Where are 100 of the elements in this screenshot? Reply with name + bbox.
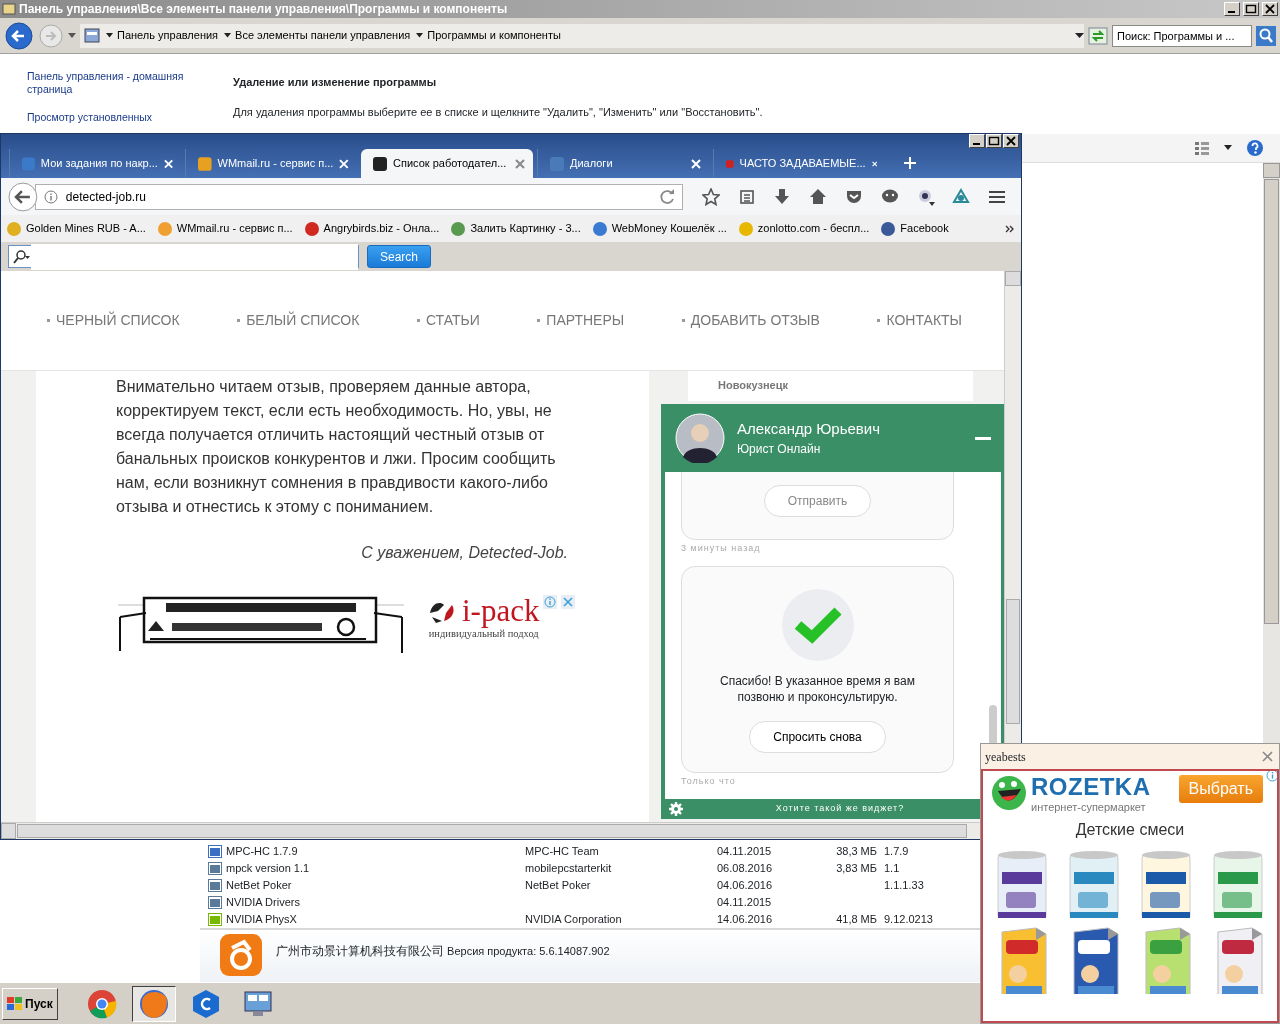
nav-link[interactable]: ПАРТНЕРЫ — [537, 310, 625, 331]
chevron-icon[interactable] — [1005, 223, 1015, 234]
version-cell-text: 1.1.1.33 — [883, 878, 925, 894]
bookmark-link[interactable]: zonlotto.com - беспл... — [738, 220, 870, 237]
size-cell-text: 38,3 МБ — [835, 844, 877, 860]
date-cell-text: 14.06.2016 — [717, 912, 774, 928]
nav-link[interactable]: ДОБАВИТЬ ОТЗЫВ — [681, 310, 820, 331]
send-button[interactable]: Отправить — [763, 485, 872, 517]
app-logo-icon — [220, 934, 262, 976]
browser-tab[interactable]: Список работодател... — [361, 149, 533, 178]
message-text: Спасибо! В указанное время я вам позвоню и проконсультирую. — [718, 672, 917, 705]
sidebar-link[interactable]: Просмотр установленных — [27, 111, 198, 124]
caret-icon[interactable] — [224, 33, 232, 38]
brand-tagline: индивидуальный подход — [428, 628, 539, 641]
program-name[interactable]: NVIDIA PhysX — [226, 911, 297, 928]
detail-value: 5.6.14087.902 — [539, 945, 610, 957]
new-tab-icon[interactable] — [903, 156, 917, 170]
home-icon[interactable] — [809, 187, 828, 206]
info-icon — [43, 189, 58, 204]
search-icon[interactable] — [1256, 25, 1276, 46]
section-heading: Удаление или изменение программы — [233, 75, 438, 90]
program-name[interactable]: MPC-HC 1.7.9 — [226, 843, 298, 860]
gear-icon[interactable] — [669, 802, 683, 816]
ad-info-icon[interactable] — [1266, 771, 1277, 782]
program-name[interactable]: mpck version 1.1 — [226, 860, 310, 877]
bookmark-link[interactable]: WebMoney Кошелёк ... — [592, 220, 727, 237]
address-bar[interactable]: detected-job.ru — [34, 183, 683, 210]
caret-icon[interactable] — [106, 33, 113, 38]
size-cell-text: 3,83 МБ — [835, 861, 877, 877]
brand-tagline: интернет-супермаркет — [1031, 800, 1147, 815]
nav-link[interactable]: КОНТАКТЫ — [877, 310, 962, 331]
bullet-icon — [877, 319, 881, 322]
message-time: 3 минуты назад — [681, 542, 762, 555]
taskbar-button[interactable] — [131, 985, 176, 1022]
caret-icon[interactable] — [416, 33, 424, 38]
publisher-cell-text: mobilepcstarterkit — [525, 861, 613, 877]
detail-label: Версия продукта: — [447, 945, 537, 957]
ask-again-button[interactable]: Спросить снова — [749, 720, 886, 753]
nav-link[interactable]: СТАТЬИ — [416, 310, 480, 331]
folder-icon — [2, 2, 16, 16]
reading-list-icon[interactable] — [737, 187, 756, 206]
breadcrumb-link[interactable]: Панель управления — [117, 27, 219, 44]
publisher-text: 广州市动景计算机科技有限公司 — [276, 944, 444, 958]
version-cell-text: 1.7.9 — [883, 844, 910, 860]
search-field[interactable]: Поиск: Программы и ... — [1112, 24, 1252, 47]
program-name[interactable]: NVIDIA Drivers — [226, 894, 300, 911]
view-options-icon[interactable] — [1194, 141, 1210, 155]
article-paragraph: Внимательно читаем отзыв, проверяем данные автора, корректируем текст, если есть необходимость. Но, увы, не всегда получается отличить настоящий честный отзыв от банальных происков конкурентов и лжи. Просим сообщить нам, если возникнут сомнения в правдивости какого-либо отзыва и отнестись к этому с пониманием. — [116, 377, 556, 517]
control-panel-icon — [84, 27, 100, 44]
back-icon[interactable] — [7, 180, 39, 213]
star-icon[interactable] — [701, 187, 720, 206]
search-button[interactable]: Search — [367, 245, 432, 268]
minimize-icon[interactable] — [1224, 2, 1240, 16]
bullet-icon — [416, 319, 420, 322]
publisher-cell-text: MPC-HC Team — [525, 844, 600, 860]
agent-name: Александр Юрьевич — [737, 418, 882, 439]
browser-icon — [138, 988, 169, 1019]
breadcrumb-link[interactable]: Программы и компоненты — [427, 27, 561, 44]
brand-logo-text: ROZETKA — [1031, 775, 1152, 799]
city-label: Новокузнецк — [718, 379, 788, 391]
signature-text: С уважением, Detected-Job. — [360, 543, 568, 563]
checkmark-icon — [781, 588, 854, 661]
back-icon[interactable] — [4, 20, 34, 51]
search-icon — [13, 249, 31, 264]
caret-icon[interactable] — [1075, 32, 1084, 39]
caret-icon[interactable] — [1224, 145, 1232, 151]
bookmark-link[interactable]: Golden Mines RUB - A... — [7, 220, 146, 237]
bookmark-link[interactable]: Angrybirds.biz - Онла... — [304, 220, 440, 237]
reload-icon[interactable] — [660, 188, 676, 205]
monitor-icon — [242, 988, 273, 1019]
bookmark-link[interactable]: Залить Картинку - 3... — [451, 220, 581, 237]
help-icon[interactable] — [1246, 139, 1264, 157]
minimize-icon[interactable] — [969, 134, 985, 148]
download-icon[interactable] — [773, 187, 792, 206]
widget-link[interactable]: Хотите такой же виджет? — [775, 802, 905, 816]
agent-role: Юрист Онлайн — [737, 441, 822, 459]
breadcrumb-link[interactable]: Все элементы панели управления — [235, 27, 411, 44]
bookmark-link[interactable]: WMmail.ru - сервис п... — [157, 220, 293, 237]
date-cell-text: 04.11.2015 — [717, 895, 773, 911]
start-button[interactable]: Пуск — [2, 987, 58, 1020]
instruction-text: Для удаления программы выберите ее в списке и щелкните "Удалить", "Изменить" или "Восстановить". — [233, 104, 764, 120]
publisher-cell-text: NVIDIA Corporation — [525, 912, 623, 928]
ad-source-label: yeabests — [985, 748, 1026, 766]
search-field[interactable] — [8, 245, 359, 268]
size-cell-text: 41,8 МБ — [835, 912, 877, 928]
nav-link[interactable]: ЧЕРНЫЙ СПИСОК — [47, 310, 180, 331]
smiley-logo-icon — [991, 775, 1027, 811]
maximize-icon[interactable] — [1243, 2, 1259, 16]
bullet-icon — [237, 319, 241, 322]
bullet-icon — [47, 319, 50, 322]
nav-link[interactable]: БЕЛЫЙ СПИСОК — [237, 310, 360, 331]
window-title: Панель управления\Все элементы панели управления\Программы и компоненты — [19, 1, 509, 18]
category-title: Детские смеси — [1074, 819, 1186, 840]
maximize-icon[interactable] — [986, 134, 1002, 148]
date-cell-text: 04.11.2015 — [717, 844, 773, 860]
bookmark-link[interactable]: Facebook — [881, 220, 949, 237]
publisher-cell-text: NetBet Poker — [525, 878, 592, 894]
program-name[interactable]: NetBet Poker — [226, 877, 292, 894]
sidebar-link[interactable]: Панель управления - домашняя страница — [27, 70, 198, 96]
version-cell-text: 1.1 — [883, 861, 901, 877]
